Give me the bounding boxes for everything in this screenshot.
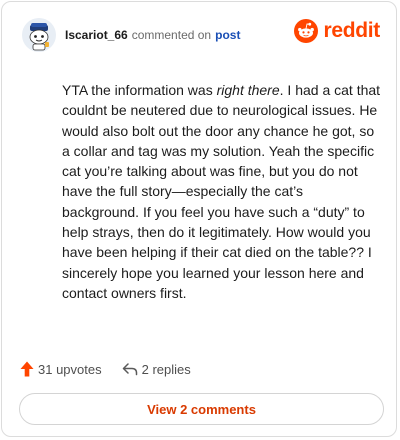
avatar[interactable]: [22, 18, 56, 52]
reddit-logo-icon: [294, 19, 319, 43]
replies-button[interactable]: 2 replies: [122, 362, 191, 377]
reddit-wordmark: reddit: [323, 19, 380, 42]
comment-body: YTA the information was right there. I h…: [62, 80, 382, 303]
reply-count: 2 replies: [141, 361, 191, 377]
comment-author[interactable]: Iscariot_66: [65, 28, 128, 42]
comment-action-text: commented on: [131, 28, 212, 42]
comment-header: Iscariot_66 commented on post: [22, 17, 240, 53]
comment-body-emphasis: right there: [216, 82, 280, 98]
snoo-avatar-icon: [22, 18, 56, 52]
upvote-button[interactable]: 31 upvotes: [20, 361, 102, 377]
reply-arrow-icon: [122, 363, 137, 376]
post-link[interactable]: post: [215, 28, 240, 42]
reddit-brand[interactable]: reddit: [294, 19, 380, 43]
comment-actions: 31 upvotes 2 replies: [20, 359, 191, 379]
upvote-arrow-icon: [20, 361, 34, 377]
comment-body-part1: YTA the information was: [62, 82, 217, 98]
upvote-count: 31 upvotes: [38, 361, 102, 377]
view-comments-button[interactable]: View 2 comments: [19, 393, 384, 425]
comment-card: Iscariot_66 commented on post reddit YTA…: [1, 1, 397, 437]
comment-body-part2: . I had a cat that couldnt be neutered d…: [62, 82, 381, 301]
